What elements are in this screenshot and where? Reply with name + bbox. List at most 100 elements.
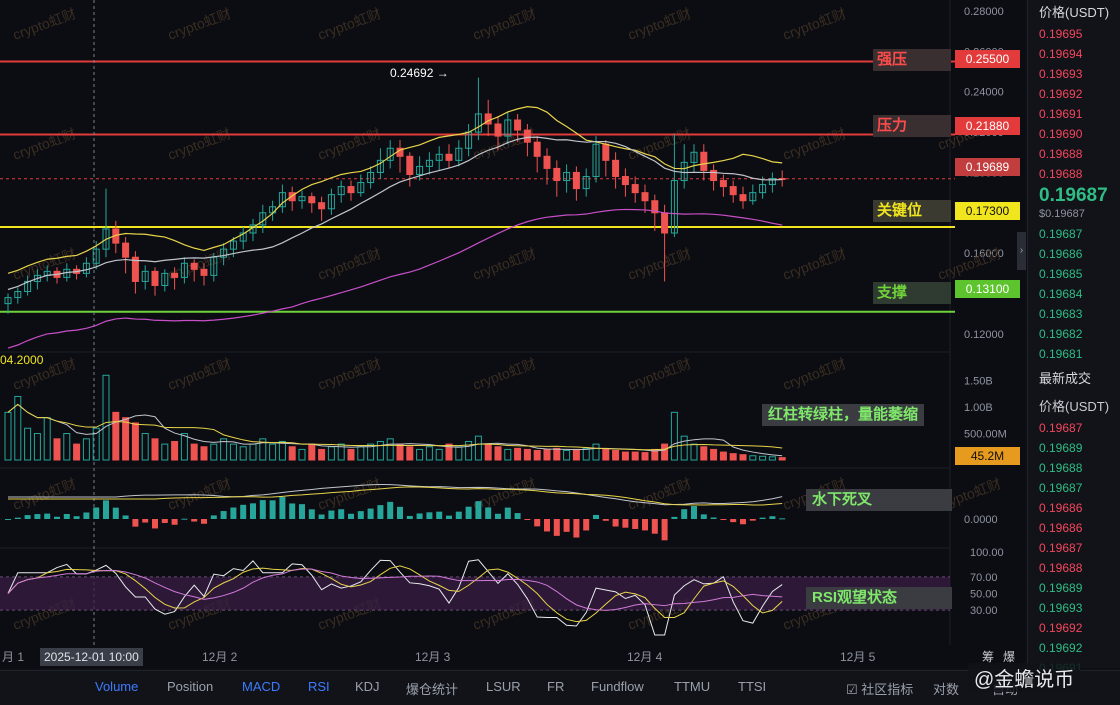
candle-body — [553, 167, 561, 182]
indicator-tab-fundflow[interactable]: Fundflow — [591, 679, 644, 694]
indicator-tab-fr[interactable]: FR — [547, 679, 564, 694]
indicator-tab-position[interactable]: Position — [167, 679, 213, 694]
macd-histogram-bar — [730, 519, 737, 523]
candle-body — [729, 186, 737, 196]
volume-bar — [778, 457, 786, 461]
ask-row[interactable]: 0.19692 — [1028, 84, 1120, 104]
bid-list: 0.19687 0.19686 0.19685 0.19684 0.19683 0.196… — [1028, 224, 1120, 364]
log-scale-button[interactable]: 对数 — [933, 679, 959, 698]
bid-row[interactable]: 0.19681 — [1028, 344, 1120, 364]
watermark-text: crypto虹财 — [11, 5, 79, 43]
macd-histogram-bar — [289, 503, 296, 519]
volume-bar — [180, 433, 188, 461]
trade-row[interactable]: 0.19686 — [1028, 498, 1120, 518]
edit-icon: ☑ — [846, 682, 858, 697]
bid-row[interactable]: 0.19682 — [1028, 324, 1120, 344]
bid-row[interactable]: 0.19684 — [1028, 284, 1120, 304]
candle-body — [308, 196, 316, 204]
indicator-tab-volume[interactable]: Volume — [95, 679, 138, 694]
trade-row[interactable]: 0.19689 — [1028, 438, 1120, 458]
level-label-key: 关键位 — [873, 200, 951, 222]
volume-bar — [269, 443, 277, 461]
volume-bar — [533, 449, 541, 461]
collapse-handle[interactable]: › — [1017, 232, 1026, 270]
macd-histogram-bar — [152, 519, 158, 529]
volume-bar — [406, 446, 414, 461]
bid-row[interactable]: 0.19687 — [1028, 224, 1120, 244]
macd-histogram-bar — [299, 504, 305, 519]
volume-bar — [661, 443, 669, 461]
level-tag-support: 0.13100 — [955, 280, 1020, 298]
macd-histogram-bar — [710, 517, 717, 519]
candle-body — [151, 270, 159, 286]
watermark-text: crypto虹财 — [316, 355, 384, 393]
volume-bar — [484, 443, 492, 461]
macd-histogram-bar — [142, 519, 149, 523]
x-label-day2: 12月 2 — [202, 650, 238, 664]
ask-row[interactable]: 0.19690 — [1028, 124, 1120, 144]
macd-histogram-bar — [544, 519, 550, 532]
x-label-day1: 月 1 — [2, 650, 25, 664]
chart-area[interactable]: 0.280000.260000.240000.220000.200000.180… — [0, 0, 1026, 668]
candle-body — [621, 175, 629, 186]
indicator-toolbar: Volume Position MACD RSI KDJ 爆仓统计 LSUR FR Fundfl… — [0, 663, 1120, 705]
candle-body — [572, 171, 580, 190]
macd-histogram-bar — [504, 507, 511, 519]
volume-bar — [514, 447, 522, 461]
indicator-tab-kdj[interactable]: KDJ — [355, 679, 380, 694]
volume-bar — [210, 443, 218, 461]
macd-histogram-bar — [759, 517, 766, 519]
volume-bar — [24, 427, 32, 461]
macd-histogram-bar — [24, 515, 31, 519]
trade-row[interactable]: 0.19693 — [1028, 598, 1120, 618]
trade-row[interactable]: 0.19687 — [1028, 418, 1120, 438]
volume-bar — [523, 448, 531, 461]
trade-row[interactable]: 0.19688 — [1028, 458, 1120, 478]
indicator-tab-爆仓统计[interactable]: 爆仓统计 — [406, 679, 458, 698]
ask-row[interactable]: 0.19688 — [1028, 144, 1120, 164]
ask-row[interactable]: 0.19688 — [1028, 164, 1120, 184]
trade-row[interactable]: 0.19687 — [1028, 478, 1120, 498]
bid-row[interactable]: 0.19686 — [1028, 244, 1120, 264]
trade-row[interactable]: 0.19689 — [1028, 578, 1120, 598]
ask-row[interactable]: 0.19695 — [1028, 24, 1120, 44]
candle-body — [612, 159, 620, 177]
macd-histogram-bar — [377, 505, 384, 519]
bid-row[interactable]: 0.19683 — [1028, 304, 1120, 324]
community-indicators-button[interactable]: ☑ 社区指标 — [846, 679, 913, 698]
recent-trades-list: 0.19687 0.19689 0.19688 0.19687 0.19686 0.196… — [1028, 418, 1120, 678]
indicator-tab-macd[interactable]: MACD — [242, 679, 280, 694]
bid-row[interactable]: 0.19685 — [1028, 264, 1120, 284]
price-tick-label: 0.24000 — [964, 87, 1004, 99]
trade-row[interactable]: 0.19692 — [1028, 638, 1120, 658]
crosshair-time-label: 2025-12-01 10:00 — [40, 648, 143, 666]
volume-bar — [396, 443, 404, 461]
trade-row[interactable]: 0.19688 — [1028, 558, 1120, 578]
macd-histogram-bar — [661, 519, 668, 541]
macd-histogram-bar — [740, 519, 746, 525]
indicator-tab-ttmu[interactable]: TTMU — [674, 679, 710, 694]
volume-bar — [768, 456, 776, 461]
price-tick-label: 0.12000 — [964, 329, 1004, 341]
trade-row[interactable]: 0.19686 — [1028, 518, 1120, 538]
ask-row[interactable]: 0.19694 — [1028, 44, 1120, 64]
ask-row[interactable]: 0.19693 — [1028, 64, 1120, 84]
price-chart[interactable]: 0.280000.260000.240000.220000.200000.180… — [0, 0, 1025, 668]
macd-histogram-bar — [465, 506, 472, 519]
ask-row[interactable]: 0.19691 — [1028, 104, 1120, 124]
indicator-tab-lsur[interactable]: LSUR — [486, 679, 521, 694]
trade-row[interactable]: 0.19692 — [1028, 618, 1120, 638]
macd-histogram-bar — [171, 519, 178, 525]
volume-bar — [308, 443, 316, 461]
volume-bar — [4, 411, 12, 461]
indicator-tab-ttsi[interactable]: TTSI — [738, 679, 766, 694]
macd-histogram-bar — [5, 519, 11, 520]
watermark-text: crypto虹财 — [316, 125, 384, 163]
indicator-tab-rsi[interactable]: RSI — [308, 679, 330, 694]
macd-histogram-bar — [426, 512, 433, 519]
rsi-tick-label: 30.00 — [970, 605, 998, 617]
macd-histogram-bar — [201, 519, 207, 524]
macd-histogram-bar — [495, 513, 501, 519]
trade-row[interactable]: 0.19687 — [1028, 538, 1120, 558]
volume-bar — [582, 447, 590, 461]
